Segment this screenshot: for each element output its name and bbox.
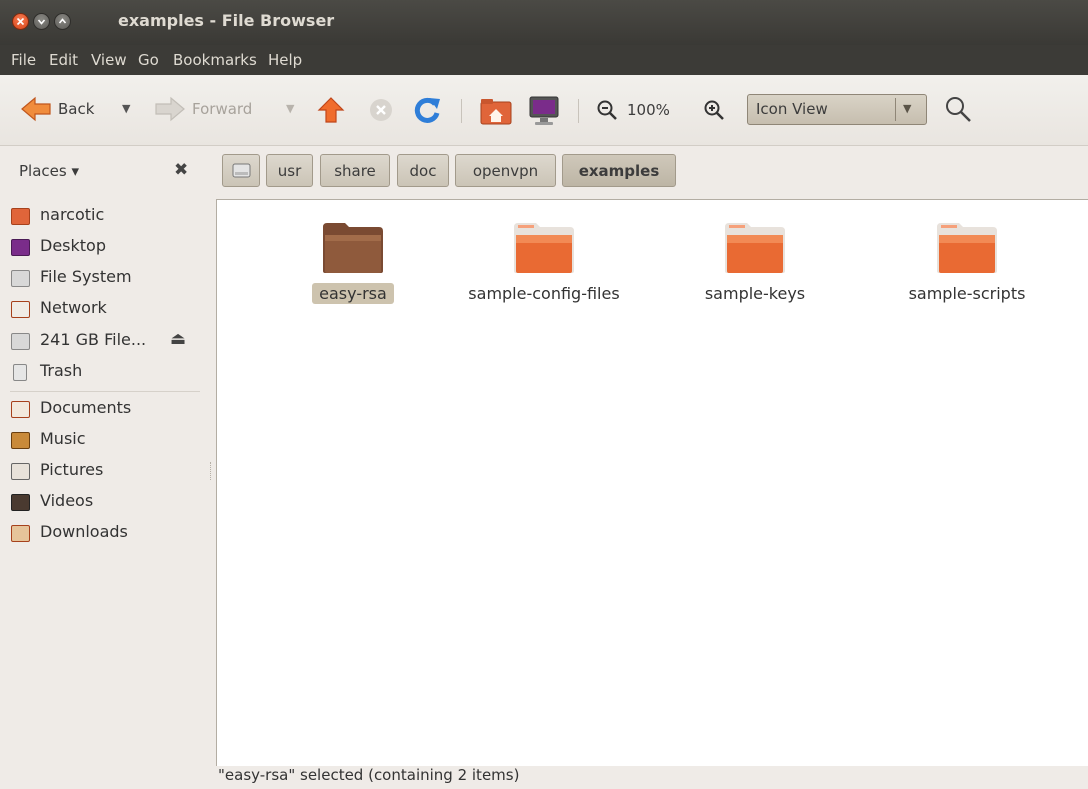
folder-item[interactable]: sample-config-files: [449, 219, 639, 309]
home-folder-icon: [480, 99, 512, 125]
sidebar-item-documents[interactable]: Documents: [10, 396, 205, 424]
downloads-folder-icon: [11, 525, 30, 542]
sidebar-divider: [10, 391, 200, 392]
maximize-icon: [58, 18, 67, 24]
documents-folder-icon: [11, 401, 30, 418]
minimize-window-button[interactable]: [33, 13, 50, 30]
menu-bookmarks[interactable]: Bookmarks: [173, 51, 257, 69]
menu-view[interactable]: View: [91, 51, 127, 69]
forward-history-dropdown-icon[interactable]: ▼: [286, 102, 294, 115]
toolbar-separator: [578, 99, 579, 123]
menu-help[interactable]: Help: [268, 51, 302, 69]
videos-folder-icon: [11, 494, 30, 511]
breadcrumb-examples[interactable]: examples: [562, 154, 676, 187]
view-mode-select[interactable]: Icon View ▼: [747, 94, 927, 125]
desktop-icon: [11, 239, 30, 256]
maximize-window-button[interactable]: [54, 13, 71, 30]
menu-edit[interactable]: Edit: [49, 51, 78, 69]
sidebar-item-desktop[interactable]: Desktop: [10, 234, 205, 262]
folder-icon: [937, 223, 997, 273]
close-icon: [16, 17, 25, 26]
back-button[interactable]: Back: [20, 96, 102, 124]
sidebar-item-network[interactable]: Network: [10, 296, 205, 324]
zoom-in-icon: [704, 100, 724, 120]
folder-item[interactable]: easy-rsa: [258, 219, 448, 309]
folder-item[interactable]: sample-scripts: [872, 219, 1062, 309]
up-arrow-icon: [317, 97, 345, 123]
forward-arrow-icon: [155, 96, 185, 122]
zoom-out-icon: [597, 100, 617, 120]
back-history-dropdown-icon[interactable]: ▼: [122, 102, 130, 115]
menu-file[interactable]: File: [11, 51, 36, 69]
network-icon: [11, 301, 30, 318]
sidebar-item-trash[interactable]: Trash: [10, 359, 205, 387]
toolbar-separator: [461, 99, 462, 123]
places-sidebar: Places ▾ ✖ narcotic Desktop File System …: [0, 146, 208, 766]
sidebar-item-narcotic[interactable]: narcotic: [10, 203, 205, 231]
sidebar-item-music[interactable]: Music: [10, 427, 205, 455]
sidebar-item-volume[interactable]: 241 GB File... ⏏: [10, 328, 205, 356]
folder-icon: [323, 223, 383, 273]
window-title: examples - File Browser: [118, 11, 335, 30]
sidebar-item-file-system[interactable]: File System: [10, 265, 205, 293]
folder-item[interactable]: sample-keys: [660, 219, 850, 309]
pane-resize-handle[interactable]: [210, 462, 213, 480]
file-name: sample-config-files: [468, 284, 620, 303]
forward-button[interactable]: Forward: [154, 96, 266, 124]
menu-go[interactable]: Go: [138, 51, 159, 69]
reload-icon: [414, 97, 440, 123]
breadcrumb-share[interactable]: share: [320, 154, 390, 187]
status-bar: "easy-rsa" selected (containing 2 items): [218, 766, 520, 784]
close-window-button[interactable]: [12, 13, 29, 30]
file-name: easy-rsa: [312, 283, 394, 304]
back-arrow-icon: [21, 96, 51, 122]
title-bar: examples - File Browser: [0, 0, 1088, 45]
reload-button[interactable]: [413, 95, 445, 125]
folder-icon: [725, 223, 785, 273]
breadcrumb-root-button[interactable]: [222, 154, 260, 187]
computer-button[interactable]: [528, 95, 562, 127]
breadcrumb-doc[interactable]: doc: [397, 154, 449, 187]
drive-icon: [232, 163, 251, 178]
zoom-in-button[interactable]: [703, 99, 725, 121]
sidebar-item-downloads[interactable]: Downloads: [10, 520, 205, 548]
home-folder-icon: [11, 208, 30, 225]
sidebar-item-pictures[interactable]: Pictures: [10, 458, 205, 486]
home-button[interactable]: [480, 96, 514, 126]
zoom-out-button[interactable]: [596, 99, 618, 121]
folder-icon: [514, 223, 574, 273]
sidebar-item-videos[interactable]: Videos: [10, 489, 205, 517]
close-sidebar-icon[interactable]: ✖: [174, 160, 188, 180]
search-icon: [946, 97, 971, 122]
music-folder-icon: [11, 432, 30, 449]
breadcrumb-usr[interactable]: usr: [266, 154, 313, 187]
zoom-level[interactable]: 100%: [627, 101, 670, 119]
computer-monitor-icon: [529, 96, 559, 125]
places-header-dropdown[interactable]: Places ▾: [19, 162, 79, 180]
breadcrumb-openvpn[interactable]: openvpn: [455, 154, 556, 187]
drive-icon: [11, 333, 30, 350]
eject-icon[interactable]: ⏏: [170, 329, 186, 349]
up-button[interactable]: [317, 96, 347, 126]
file-icon-view[interactable]: easy-rsa sample-config-files sample-keys…: [216, 199, 1088, 766]
minimize-icon: [37, 19, 46, 25]
trash-icon: [13, 364, 27, 381]
file-name: sample-scripts: [908, 284, 1026, 303]
pictures-folder-icon: [11, 463, 30, 480]
file-name: sample-keys: [704, 284, 806, 303]
stop-button[interactable]: [368, 97, 396, 125]
chevron-down-icon: ▼: [903, 102, 912, 115]
search-button[interactable]: [944, 95, 972, 123]
drive-icon: [11, 270, 30, 287]
stop-icon: [370, 99, 392, 121]
menu-bar: File Edit View Go Bookmarks Help: [0, 45, 1088, 75]
